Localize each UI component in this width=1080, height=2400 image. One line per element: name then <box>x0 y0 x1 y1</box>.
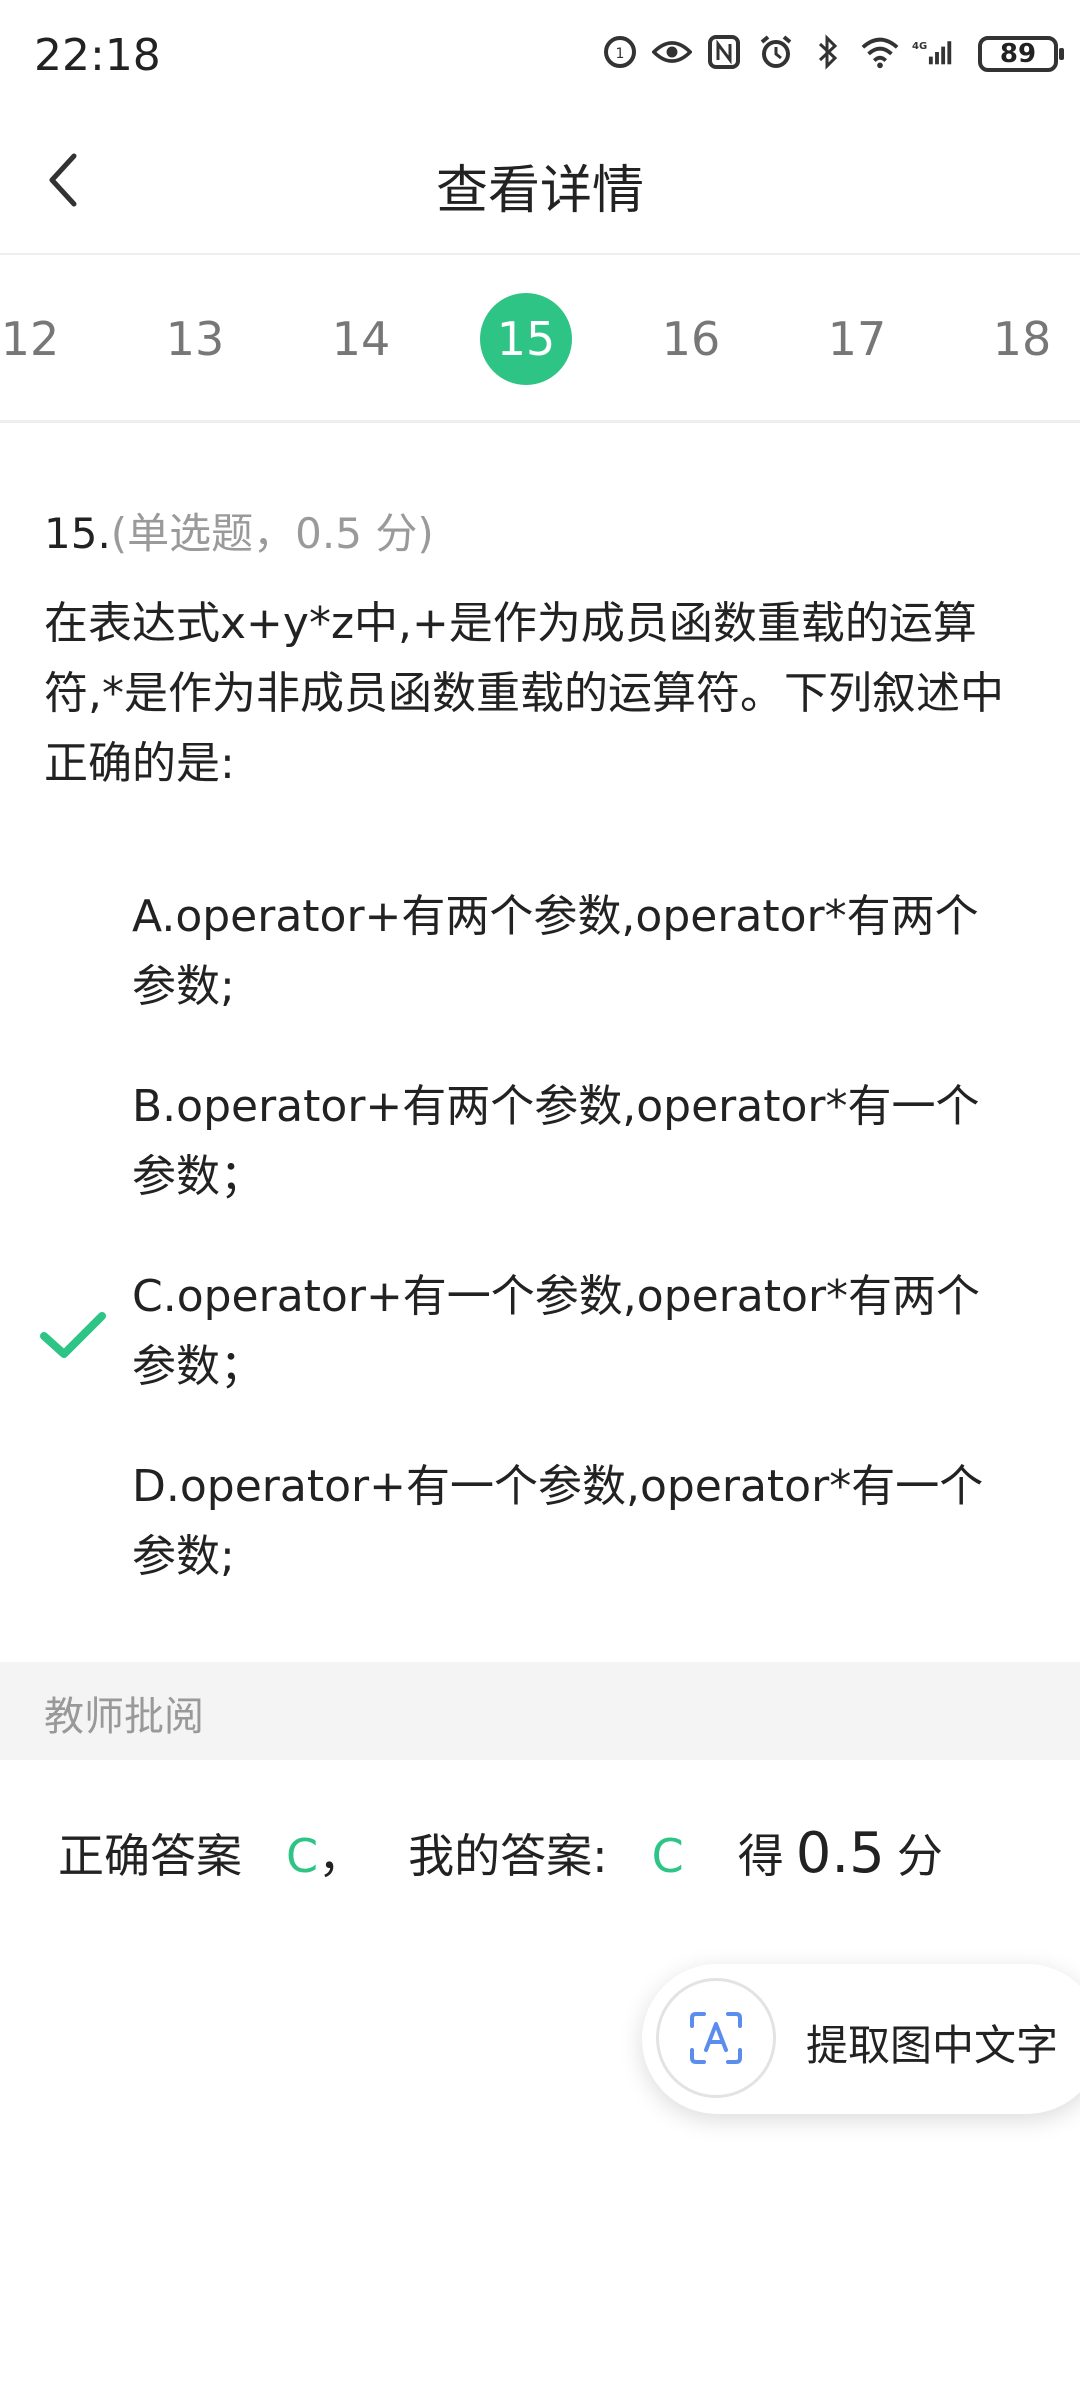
option-c[interactable]: C.operator+有一个参数,operator*有两个参数； <box>132 1262 1022 1402</box>
status-icons: 1 4G <box>600 32 952 72</box>
question-stem: 在表达式x+y*z中,+是作为成员函数重载的运算符,*是作为非成员函数重载的运算… <box>44 598 1004 789</box>
check-icon <box>40 1312 106 1358</box>
option-d[interactable]: D.operator+有一个参数,operator*有一个参数; <box>132 1452 1022 1592</box>
extract-text-label: 提取图中文字 <box>806 2021 1059 2070</box>
nav-bar: 查看详情 <box>0 110 1080 255</box>
question-number-strip[interactable]: 12 13 14 15 16 17 18 <box>0 255 1080 423</box>
battery-indicator: 89 <box>978 36 1064 72</box>
alarm-icon <box>756 32 796 72</box>
page-title: 查看详情 <box>435 161 644 221</box>
question-number-14[interactable]: 14 <box>315 293 407 385</box>
option-b[interactable]: B.operator+有两个参数,operator*有一个参数； <box>132 1072 1022 1212</box>
question-number: 15. <box>44 509 111 558</box>
nfc-icon <box>704 32 744 72</box>
signal-4g-icon: 4G <box>912 32 952 72</box>
svg-text:4G: 4G <box>912 41 927 52</box>
answer-summary: 正确答案 C ， 我的答案: C 得 0.5 分 <box>58 1820 943 1886</box>
teacher-review-label: 教师批阅 <box>44 1694 204 1740</box>
my-answer-value: C <box>651 1829 684 1883</box>
correct-answer-value: C <box>286 1829 319 1883</box>
question-number-13[interactable]: 13 <box>149 293 241 385</box>
teacher-review-header: 教师批阅 <box>0 1662 1080 1760</box>
alarm-badge-icon: 1 <box>600 32 640 72</box>
question-number-15-active[interactable]: 15 <box>480 293 572 385</box>
question-number-12[interactable]: 12 <box>0 293 76 385</box>
bluetooth-icon <box>808 32 848 72</box>
question-type: (单选题，0.5 分) <box>110 509 434 558</box>
score-unit: 分 <box>896 1829 943 1883</box>
question-number-17[interactable]: 17 <box>811 293 903 385</box>
status-time: 22:18 <box>34 30 161 81</box>
answer-separator: ， <box>318 1829 365 1883</box>
score-value: 0.5 <box>795 1821 885 1886</box>
battery-level: 89 <box>999 39 1037 69</box>
eye-icon <box>652 32 692 72</box>
question-block: 15.(单选题，0.5 分) 在表达式x+y*z中,+是作为成员函数重载的运算符… <box>44 500 1034 799</box>
score-prefix: 得 <box>737 1829 784 1883</box>
question-number-18[interactable]: 18 <box>976 293 1068 385</box>
question-number-16[interactable]: 16 <box>645 293 737 385</box>
extract-text-button[interactable]: 提取图中文字 <box>642 1964 1080 2114</box>
ocr-icon-circle <box>656 1978 776 2098</box>
question-meta: 15.(单选题，0.5 分) <box>44 500 1034 561</box>
wifi-icon <box>860 32 900 72</box>
my-answer-label: 我的答案: <box>408 1829 608 1883</box>
status-bar: 22:18 1 4G 89 <box>0 0 1080 110</box>
option-a[interactable]: A.operator+有两个参数,operator*有两个参数; <box>132 882 1022 1022</box>
svg-text:1: 1 <box>616 46 625 62</box>
correct-answer-label: 正确答案 <box>58 1829 242 1883</box>
text-scan-icon <box>690 2012 742 2064</box>
